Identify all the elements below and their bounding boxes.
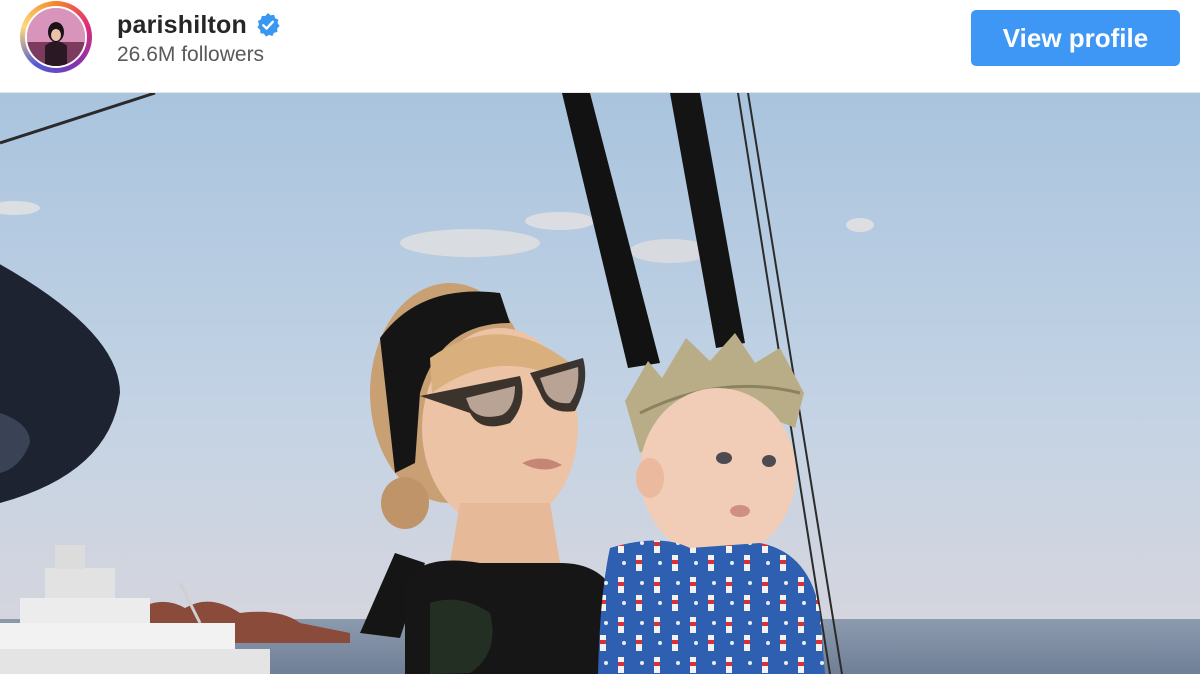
avatar[interactable] bbox=[25, 6, 87, 68]
verified-badge-icon bbox=[255, 12, 281, 38]
follower-count: 26.6M followers bbox=[117, 43, 265, 66]
profile-header: parishilton 26.6M followers View profile bbox=[0, 0, 1200, 93]
username-row: parishilton bbox=[117, 10, 281, 40]
avatar-image bbox=[27, 8, 85, 66]
post-image bbox=[0, 93, 1200, 674]
username[interactable]: parishilton bbox=[117, 11, 247, 40]
view-profile-button[interactable]: View profile bbox=[971, 10, 1180, 66]
avatar-story-ring[interactable] bbox=[20, 1, 92, 73]
post-photo[interactable] bbox=[0, 93, 1200, 674]
